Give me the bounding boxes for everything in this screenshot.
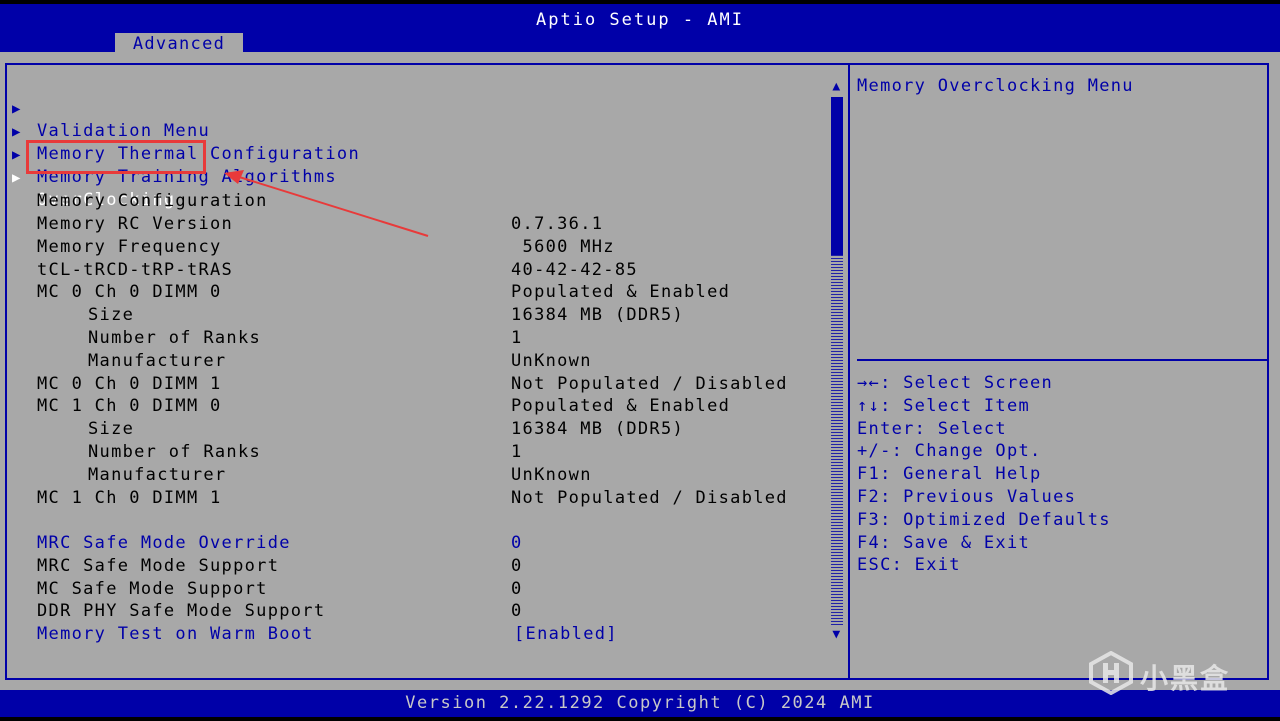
help-description: Memory Overclocking Menu xyxy=(857,76,1134,96)
watermark: 小黑盒 xyxy=(1088,651,1248,701)
help-separator xyxy=(857,359,1267,361)
watermark-text: 小黑盒 xyxy=(1140,662,1231,695)
scrollbar[interactable]: ▲ ▼ xyxy=(830,80,844,642)
scroll-down-icon[interactable]: ▼ xyxy=(830,628,844,642)
annotation-arrow-icon xyxy=(224,170,429,237)
key-legend-item: F3: Optimized Defaults xyxy=(857,509,1111,530)
scroll-thumb[interactable] xyxy=(831,97,843,255)
key-legend-item: F1: General Help xyxy=(857,464,1042,485)
app-title: Aptio Setup - AMI xyxy=(536,10,744,30)
key-legend-item: ↑↓: Select Item xyxy=(857,395,1031,416)
watermark-logo-icon xyxy=(1089,651,1133,695)
key-legend-item: ESC: Exit xyxy=(857,555,961,576)
key-legend-item: +/-: Change Opt. xyxy=(857,441,1042,462)
scroll-up-icon[interactable]: ▲ xyxy=(830,80,844,94)
key-legend-item: F2: Previous Values xyxy=(857,487,1077,507)
key-legend-item: →←: Select Screen xyxy=(857,373,1054,393)
main-frame: ▶ Validation Menu ▶ Memory Thermal Confi… xyxy=(0,52,1280,690)
key-legend-item: F4: Save & Exit xyxy=(857,532,1031,553)
key-legend-item: Enter: Select xyxy=(857,418,1007,439)
title-bar: Aptio Setup - AMI Advanced xyxy=(0,0,1280,56)
